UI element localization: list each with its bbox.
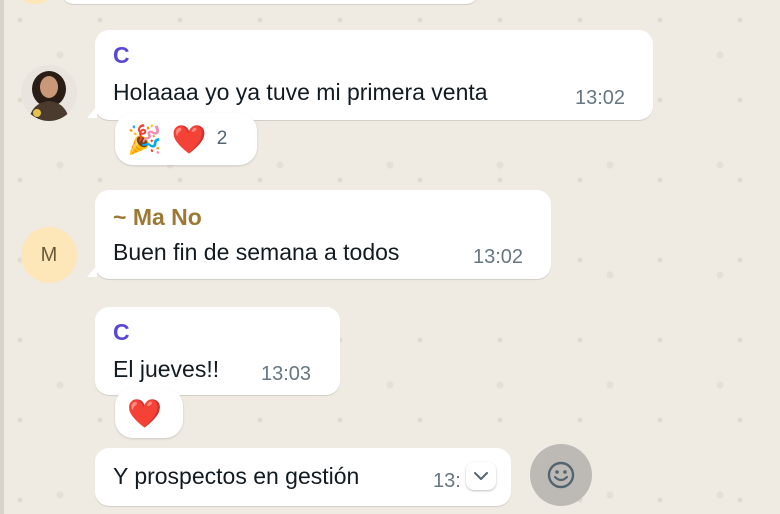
previous-message-bubble bbox=[60, 0, 480, 4]
message-time: 13:02 bbox=[575, 87, 626, 109]
avatar-initial: M bbox=[40, 243, 58, 266]
sender-avatar-initial[interactable]: M bbox=[21, 227, 77, 283]
pane-divider bbox=[0, 0, 4, 514]
message-text: Buen fin de semana a todos bbox=[113, 239, 400, 265]
sender-name[interactable]: C bbox=[113, 42, 130, 69]
message-text: El jueves!! bbox=[113, 356, 220, 382]
message-time: 13:02 bbox=[473, 246, 524, 268]
message-bubble[interactable]: C Holaaaa yo ya tuve mi primera venta 13… bbox=[87, 30, 653, 120]
message-bubble[interactable]: C El jueves!! 13:03 bbox=[95, 307, 340, 395]
message-text: Y prospectos en gestión bbox=[113, 463, 360, 489]
message-bubble[interactable]: Y prospectos en gestión 13: bbox=[95, 448, 511, 506]
reactions-pill[interactable]: ❤️ bbox=[115, 388, 183, 438]
message-text: Holaaaa yo ya tuve mi primera venta bbox=[113, 79, 488, 105]
sender-avatar-photo[interactable] bbox=[21, 65, 77, 121]
emoji-button[interactable] bbox=[530, 444, 592, 506]
chevron-down-icon bbox=[474, 472, 488, 480]
reactions-pill[interactable]: 🎉 ❤️ 2 bbox=[115, 113, 257, 165]
party-popper-reaction: 🎉 bbox=[127, 123, 162, 155]
message-time: 13:03 bbox=[261, 363, 312, 385]
heart-reaction: ❤️ bbox=[171, 123, 207, 155]
reaction-count: 2 bbox=[216, 128, 228, 149]
sender-name[interactable]: C bbox=[113, 319, 130, 346]
message-time: 13: bbox=[433, 470, 461, 492]
message-bubble[interactable]: ~ Ma No Buen fin de semana a todos 13:02 bbox=[87, 190, 551, 279]
emoji-smile-icon bbox=[547, 461, 575, 489]
message-menu-button[interactable] bbox=[466, 462, 496, 490]
heart-reaction: ❤️ bbox=[127, 397, 162, 429]
sender-name[interactable]: ~ Ma No bbox=[113, 204, 202, 231]
